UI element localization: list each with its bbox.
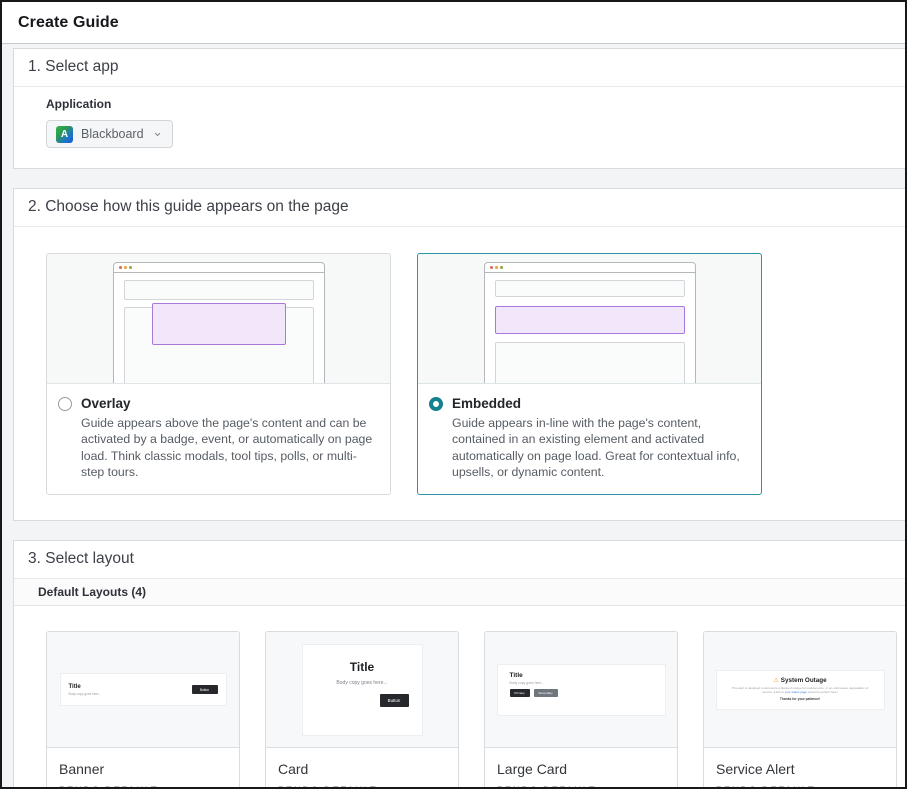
window-dot-yellow: [495, 266, 498, 269]
dialog-body: 1. Select app Application A Blackboard ⌄…: [2, 44, 905, 789]
large-card-mock: Title Body copy goes here... Primary Sec…: [498, 665, 665, 715]
mock-footer: Thanks for your patience!: [727, 697, 874, 701]
layout-name: Banner: [59, 761, 227, 777]
create-guide-dialog: Create Guide 1. Select app Application A…: [0, 0, 907, 789]
mock-title: Title: [303, 660, 422, 674]
embedded-option-text: Embedded Guide appears in-line with the …: [418, 384, 761, 494]
browser-mock: [484, 262, 696, 384]
overlay-option-label: Overlay: [81, 396, 376, 411]
section-select-app-title: 1. Select app: [14, 49, 905, 87]
embedded-guide-shape: [495, 306, 685, 334]
application-label: Application: [46, 97, 873, 111]
option-card-embedded[interactable]: Embedded Guide appears in-line with the …: [417, 253, 762, 495]
option-card-overlay[interactable]: Overlay Guide appears above the page's c…: [46, 253, 391, 495]
banner-preview: Title Body copy goes here... Button: [47, 632, 239, 748]
window-dot-green: [129, 266, 132, 269]
mock-button: Button: [192, 685, 218, 694]
mock-body: Body copy goes here...: [303, 680, 422, 686]
appearance-options: Overlay Guide appears above the page's c…: [14, 227, 905, 520]
browser-titlebar: [114, 263, 324, 273]
application-dropdown[interactable]: A Blackboard ⌄: [46, 120, 173, 148]
banner-meta: Banner PENDO DEFAULT: [47, 748, 239, 789]
embedded-illustration: [418, 254, 761, 384]
content-block: [495, 280, 685, 297]
content-block: [495, 342, 685, 384]
layout-card-card[interactable]: Title Body copy goes here... Button Card…: [265, 631, 459, 789]
overlay-radio[interactable]: [58, 397, 72, 411]
window-dot-red: [119, 266, 122, 269]
embedded-option-description: Guide appears in-line with the page's co…: [452, 415, 747, 480]
section-select-layout-title: 3. Select layout: [14, 541, 905, 579]
dialog-title: Create Guide: [18, 14, 119, 32]
section-appearance-title: 2. Choose how this guide appears on the …: [14, 189, 905, 227]
pendo-default-badge: PENDO DEFAULT: [497, 785, 665, 789]
layout-name: Card: [278, 761, 446, 777]
large-card-preview: Title Body copy goes here... Primary Sec…: [485, 632, 677, 748]
mock-title: Title: [510, 672, 653, 679]
section-select-layout: 3. Select layout Default Layouts (4) Tit…: [13, 540, 905, 789]
chevron-down-icon: ⌄: [152, 128, 163, 136]
section-select-app: 1. Select app Application A Blackboard ⌄: [13, 48, 905, 169]
layout-cards: Title Body copy goes here... Button Bann…: [14, 606, 905, 789]
large-card-meta: Large Card PENDO DEFAULT: [485, 748, 677, 789]
card-mock: Title Body copy goes here... Button: [303, 645, 422, 735]
section-appearance: 2. Choose how this guide appears on the …: [13, 188, 905, 521]
pendo-default-badge: PENDO DEFAULT: [278, 785, 446, 789]
overlay-illustration: [47, 254, 390, 384]
browser-titlebar: [485, 263, 695, 273]
mock-title: ⚠System Outage: [727, 677, 874, 684]
overlay-guide-shape: [152, 303, 286, 345]
mock-button: Button: [380, 694, 409, 707]
service-alert-mock: ⚠System Outage This alert is designed to…: [717, 671, 884, 709]
layout-card-large-card[interactable]: Title Body copy goes here... Primary Sec…: [484, 631, 678, 789]
window-dot-green: [500, 266, 503, 269]
layout-name: Large Card: [497, 761, 665, 777]
browser-content: [485, 273, 695, 384]
browser-mock: [113, 262, 325, 384]
banner-mock: Title Body copy goes here... Button: [61, 674, 226, 705]
mock-body: This alert is designed to announce a pla…: [727, 686, 874, 695]
embedded-radio[interactable]: [429, 397, 443, 411]
mock-title: Title: [69, 684, 102, 690]
content-block: [124, 280, 314, 300]
dialog-header: Create Guide: [2, 2, 905, 44]
blackboard-app-icon: A: [56, 126, 73, 143]
mock-body: Body copy goes here...: [510, 681, 653, 685]
mock-status-link: your status page: [785, 690, 807, 694]
embedded-option-label: Embedded: [452, 396, 747, 411]
overlay-option-description: Guide appears above the page's content a…: [81, 415, 376, 480]
default-layouts-header: Default Layouts (4): [14, 579, 905, 606]
window-dot-yellow: [124, 266, 127, 269]
application-dropdown-value: Blackboard: [81, 127, 144, 141]
overlay-option-text: Overlay Guide appears above the page's c…: [47, 384, 390, 494]
mock-secondary-button: Secondary: [534, 689, 558, 697]
card-preview: Title Body copy goes here... Button: [266, 632, 458, 748]
window-dot-red: [490, 266, 493, 269]
card-meta: Card PENDO DEFAULT: [266, 748, 458, 789]
layout-card-banner[interactable]: Title Body copy goes here... Button Bann…: [46, 631, 240, 789]
pendo-default-badge: PENDO DEFAULT: [59, 785, 227, 789]
section-select-app-body: Application A Blackboard ⌄: [14, 87, 905, 168]
layout-name: Service Alert: [716, 761, 884, 777]
browser-content: [114, 273, 324, 384]
mock-primary-button: Primary: [510, 689, 530, 697]
layout-card-service-alert[interactable]: ⚠System Outage This alert is designed to…: [703, 631, 897, 789]
mock-body: Body copy goes here...: [69, 692, 102, 696]
service-alert-meta: Service Alert PENDO DEFAULT: [704, 748, 896, 789]
pendo-default-badge: PENDO DEFAULT: [716, 785, 884, 789]
service-alert-preview: ⚠System Outage This alert is designed to…: [704, 632, 896, 748]
warning-icon: ⚠: [773, 678, 778, 684]
